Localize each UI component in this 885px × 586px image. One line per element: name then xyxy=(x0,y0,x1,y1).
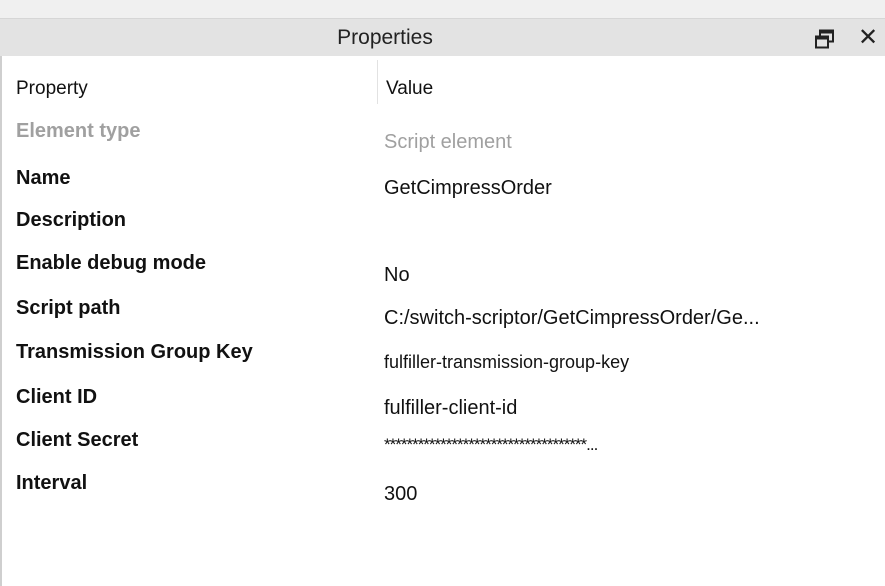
property-value-script-path[interactable]: C:/switch-scriptor/GetCimpressOrder/Ge..… xyxy=(384,307,760,330)
property-name-element-type[interactable]: Element type xyxy=(16,120,140,143)
column-divider[interactable] xyxy=(377,60,378,104)
property-value-client-secret[interactable]: ************************************... xyxy=(384,435,598,455)
properties-panel: Properties ✕ Property Value Element type… xyxy=(0,18,885,586)
property-name-script-path[interactable]: Script path xyxy=(16,297,120,320)
property-name-interval[interactable]: Interval xyxy=(16,472,87,495)
property-value-enable-debug-mode[interactable]: No xyxy=(384,264,410,287)
grid-header: Property Value xyxy=(2,56,885,108)
property-grid: Property Value Element type Script eleme… xyxy=(0,56,885,586)
property-name-enable-debug-mode[interactable]: Enable debug mode xyxy=(16,252,206,275)
close-icon[interactable]: ✕ xyxy=(858,25,885,51)
panel-title: Properties xyxy=(337,26,433,49)
top-strip xyxy=(0,0,885,18)
header-value[interactable]: Value xyxy=(386,78,433,100)
property-value-transmission-group-key[interactable]: fulfiller-transmission-group-key xyxy=(384,352,629,373)
property-value-element-type[interactable]: Script element xyxy=(384,131,512,154)
property-name-transmission-group-key[interactable]: Transmission Group Key xyxy=(16,341,253,364)
property-value-name[interactable]: GetCimpressOrder xyxy=(384,177,552,200)
property-name-name[interactable]: Name xyxy=(16,167,70,190)
property-name-client-secret[interactable]: Client Secret xyxy=(16,429,138,452)
property-value-client-id[interactable]: fulfiller-client-id xyxy=(384,397,517,420)
property-name-description[interactable]: Description xyxy=(16,209,126,232)
panel-titlebar: Properties ✕ xyxy=(0,18,885,56)
property-value-interval[interactable]: 300 xyxy=(384,483,417,506)
property-name-client-id[interactable]: Client ID xyxy=(16,386,97,409)
float-window-icon[interactable] xyxy=(814,28,836,50)
header-property[interactable]: Property xyxy=(16,78,88,100)
